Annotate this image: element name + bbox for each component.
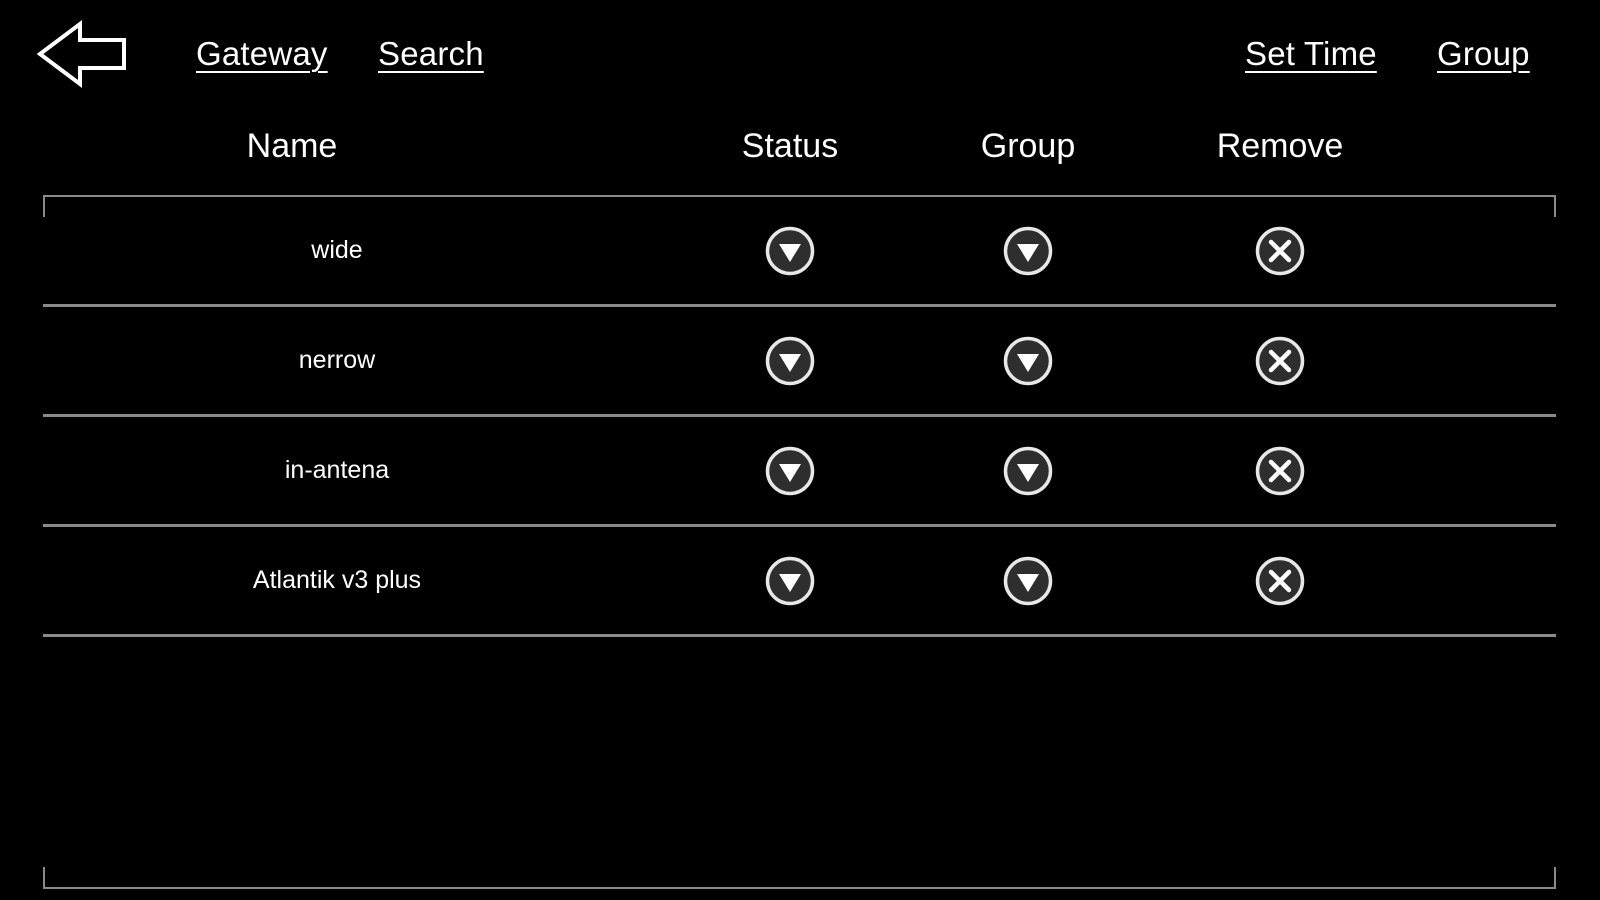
status-dropdown-button[interactable] — [730, 417, 850, 524]
group-dropdown-button[interactable] — [968, 417, 1088, 524]
remove-device-button[interactable] — [1220, 527, 1340, 634]
status-dropdown-button[interactable] — [730, 197, 850, 304]
remove-device-button[interactable] — [1220, 197, 1340, 304]
close-circle-icon — [1254, 335, 1306, 387]
table-row: nerrow — [43, 307, 1556, 417]
column-header-group: Group — [980, 127, 1076, 165]
chevron-down-circle-icon — [1002, 555, 1054, 607]
device-name-label: nerrow — [298, 346, 376, 374]
device-name-label: Atlantik v3 plus — [252, 566, 422, 594]
status-dropdown-button[interactable] — [730, 527, 850, 634]
column-header-name: Name — [246, 127, 338, 165]
remove-device-button[interactable] — [1220, 417, 1340, 524]
group-dropdown-button[interactable] — [968, 307, 1088, 414]
close-circle-icon — [1254, 225, 1306, 277]
chevron-down-circle-icon — [1002, 225, 1054, 277]
back-arrow-icon — [36, 18, 128, 90]
device-name-label: in-antena — [284, 456, 390, 484]
gateway-link[interactable]: Gateway — [196, 34, 328, 74]
table-corner-bottom-right — [1554, 867, 1556, 889]
back-button[interactable] — [36, 18, 128, 90]
remove-device-button[interactable] — [1220, 307, 1340, 414]
close-circle-icon — [1254, 555, 1306, 607]
group-dropdown-button[interactable] — [968, 527, 1088, 634]
close-circle-icon — [1254, 445, 1306, 497]
status-dropdown-button[interactable] — [730, 307, 850, 414]
top-navigation-bar: Gateway Search Set Time Group — [0, 0, 1600, 108]
device-row-list: wide nerrow in-antena Atlantik v3 plus — [43, 197, 1556, 637]
group-link[interactable]: Group — [1437, 34, 1530, 74]
column-header-status: Status — [741, 127, 839, 165]
chevron-down-circle-icon — [1002, 335, 1054, 387]
device-table: wide nerrow in-antena Atlantik v3 plus — [43, 195, 1556, 889]
group-dropdown-button[interactable] — [968, 197, 1088, 304]
chevron-down-circle-icon — [764, 445, 816, 497]
chevron-down-circle-icon — [764, 335, 816, 387]
chevron-down-circle-icon — [1002, 445, 1054, 497]
search-link[interactable]: Search — [378, 34, 484, 74]
table-row: wide — [43, 197, 1556, 307]
chevron-down-circle-icon — [764, 225, 816, 277]
device-name-label: wide — [311, 236, 363, 264]
chevron-down-circle-icon — [764, 555, 816, 607]
table-row: in-antena — [43, 417, 1556, 527]
table-column-headers: Name Status Group Remove — [0, 122, 1600, 174]
table-row: Atlantik v3 plus — [43, 527, 1556, 637]
device-list-screen: Gateway Search Set Time Group Name Statu… — [0, 0, 1600, 900]
table-corner-bottom-left — [43, 867, 45, 889]
table-bottom-rule — [43, 887, 1556, 889]
set-time-link[interactable]: Set Time — [1245, 34, 1377, 74]
column-header-remove: Remove — [1216, 127, 1344, 165]
